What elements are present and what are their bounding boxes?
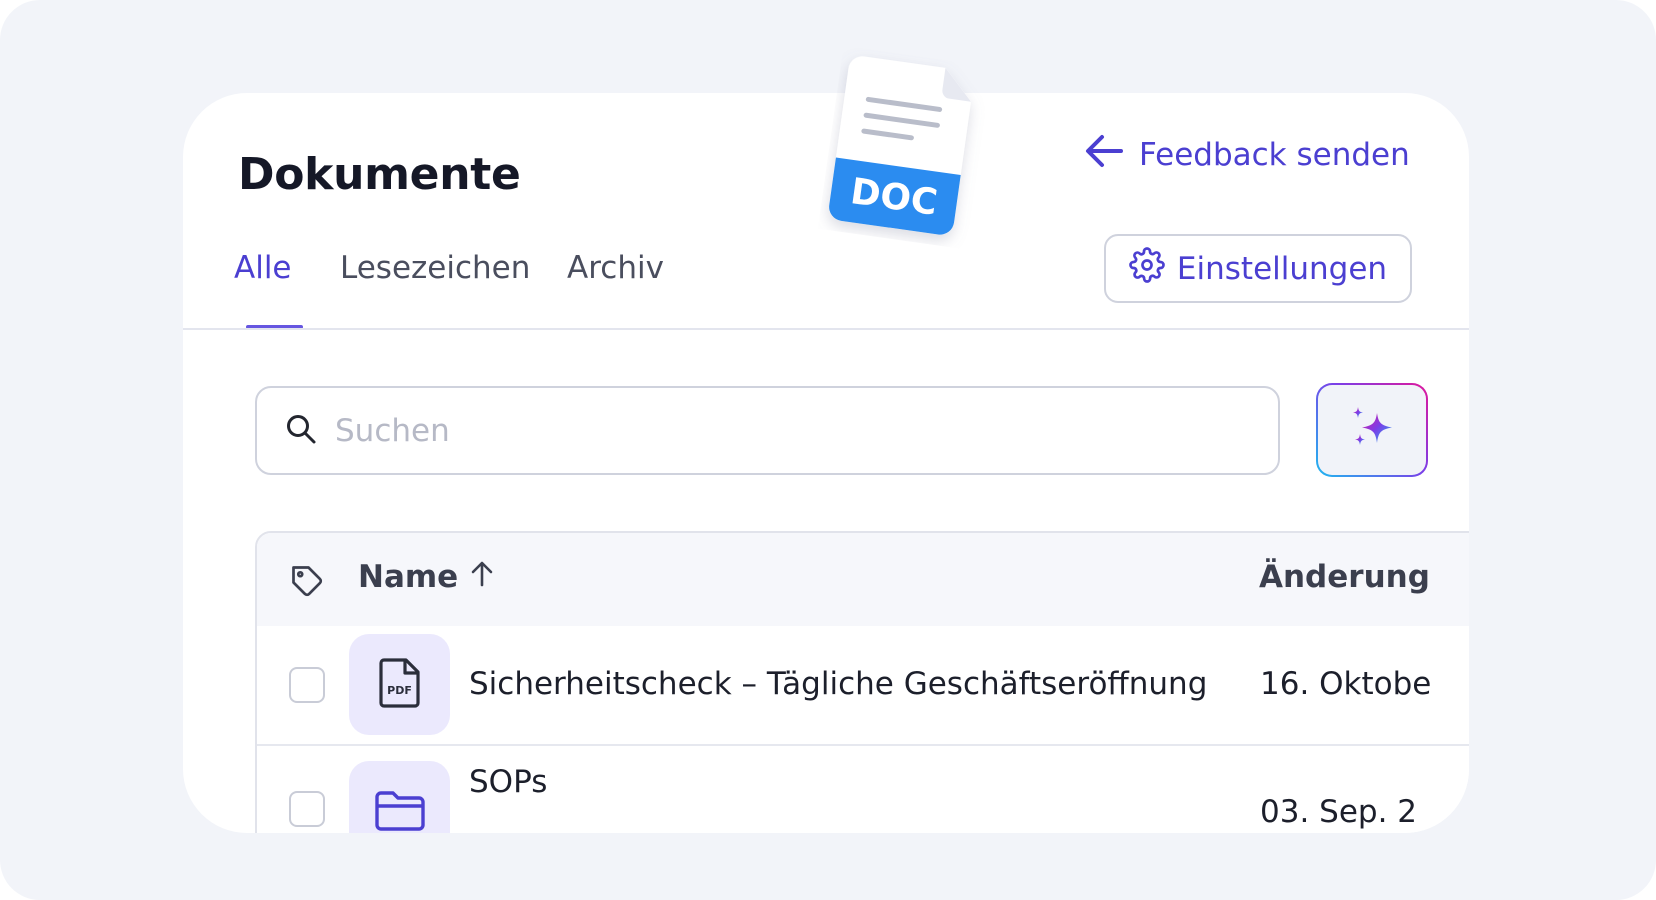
name-column-label: Name [358, 559, 459, 595]
tab-archiv[interactable]: Archiv [567, 250, 664, 286]
arrow-up-icon [470, 559, 494, 595]
tab-lesezeichen[interactable]: Lesezeichen [340, 250, 530, 286]
date-column-header[interactable]: Änderung [1259, 559, 1430, 595]
search-icon [285, 413, 317, 449]
feedback-link[interactable]: Feedback senden [1085, 133, 1410, 177]
floating-doc-illustration: DOC [818, 45, 992, 249]
pdf-file-icon: PDF [378, 657, 422, 713]
ai-button-surface [1318, 385, 1426, 475]
search-box[interactable] [255, 386, 1280, 475]
file-tile: PDF [349, 634, 450, 735]
file-tile [349, 761, 450, 833]
row-checkbox[interactable] [289, 667, 325, 703]
tag-icon[interactable] [289, 563, 325, 603]
background-frame: Dokumente Feedback senden Alle Lesezeich… [0, 0, 1656, 900]
sparkles-icon [1347, 403, 1397, 457]
row-date: 16. Oktobe [1260, 666, 1432, 702]
row-date: 03. Sep. 2 [1260, 794, 1418, 830]
search-input[interactable] [333, 411, 1137, 450]
tabs-divider [183, 328, 1469, 330]
row-name[interactable]: Sicherheitscheck – Tägliche Geschäftserö… [469, 666, 1207, 702]
name-column-header[interactable]: Name [358, 559, 494, 595]
pdf-icon-label: PDF [387, 684, 412, 697]
table-row[interactable]: SOPs 03. Sep. 2 [257, 746, 1469, 833]
ai-assistant-button[interactable] [1316, 383, 1428, 477]
page-title: Dokumente [238, 149, 521, 200]
table-header: Name Änderung [257, 533, 1469, 626]
settings-label: Einstellungen [1176, 250, 1388, 287]
table-row[interactable]: PDF Sicherheitscheck – Tägliche Geschäft… [257, 626, 1469, 744]
folder-icon [373, 787, 427, 834]
documents-table: Name Änderung PDF Sicherheitscheck – Täg… [255, 531, 1469, 833]
row-checkbox[interactable] [289, 791, 325, 827]
gear-icon [1129, 246, 1165, 291]
row-name[interactable]: SOPs [469, 764, 547, 800]
feedback-label: Feedback senden [1139, 137, 1410, 173]
settings-button[interactable]: Einstellungen [1104, 234, 1412, 303]
tab-alle[interactable]: Alle [234, 250, 292, 286]
arrow-left-icon [1085, 134, 1123, 176]
